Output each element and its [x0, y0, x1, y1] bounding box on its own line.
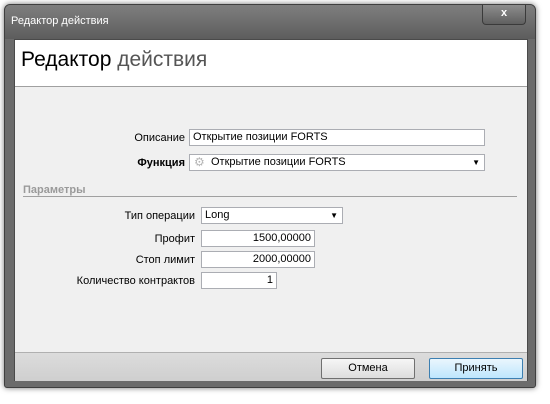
dialog-client-area: Редактор действия Описание Открытие пози…: [14, 39, 528, 381]
function-label: Функция: [137, 157, 185, 169]
params-divider: [23, 196, 517, 197]
chevron-down-icon: ▼: [472, 158, 480, 167]
dialog-footer: Отмена Принять: [15, 352, 527, 381]
stop-limit-label: Стоп лимит: [135, 254, 195, 266]
gear-icon: ⚙: [194, 155, 205, 169]
operation-type-value: Long: [205, 209, 230, 221]
window-title: Редактор действия: [11, 15, 109, 27]
close-button[interactable]: x: [482, 5, 526, 25]
operation-type-select[interactable]: Long ▼: [201, 207, 343, 224]
chevron-down-icon: ▼: [330, 211, 338, 220]
contracts-label: Количество контрактов: [76, 275, 195, 287]
dialog-window: Редактор действия x Редактор действия Оп…: [4, 4, 536, 388]
description-input[interactable]: Открытие позиции FORTS: [189, 129, 485, 146]
page-title-rest: действия: [111, 48, 208, 71]
function-select-value: Открытие позиции FORTS: [211, 156, 346, 168]
header-band: Редактор действия: [15, 40, 527, 87]
function-select[interactable]: ⚙ Открытие позиции FORTS ▼: [189, 154, 485, 171]
title-bar[interactable]: Редактор действия x: [5, 5, 535, 39]
params-group-label: Параметры: [23, 184, 86, 196]
profit-label: Профит: [154, 233, 195, 245]
close-icon: x: [500, 7, 508, 19]
accept-button[interactable]: Принять: [429, 358, 523, 379]
profit-input[interactable]: 1500,00000: [201, 230, 315, 247]
page-title: Редактор действия: [21, 48, 207, 72]
cancel-button[interactable]: Отмена: [321, 358, 415, 379]
page-title-main: Редактор: [21, 48, 112, 71]
description-label: Описание: [134, 132, 185, 144]
operation-type-label: Тип операции: [124, 210, 195, 222]
contracts-input[interactable]: 1: [201, 272, 277, 289]
stop-limit-input[interactable]: 2000,00000: [201, 251, 315, 268]
